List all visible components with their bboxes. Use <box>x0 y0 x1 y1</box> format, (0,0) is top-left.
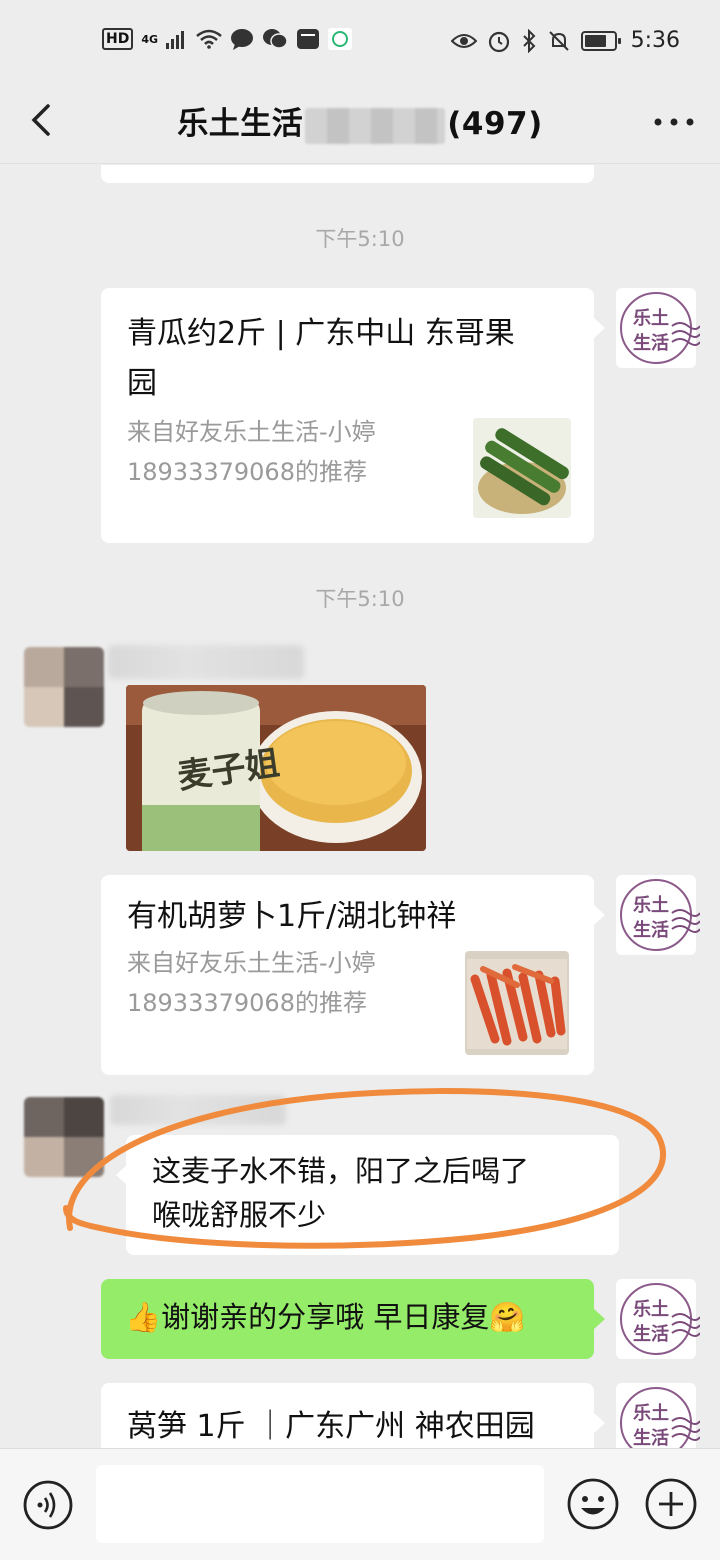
mute-bell-icon <box>548 30 569 51</box>
avatar-text: 生活 <box>633 920 669 941</box>
avatar-text: 乐土 <box>633 895 669 916</box>
card-subtitle-line: 18933379068的推荐 <box>127 458 367 486</box>
card-subtitle-line: 18933379068的推荐 <box>127 989 367 1017</box>
avatar[interactable]: 乐土 生活 <box>616 288 700 368</box>
avatar[interactable]: 乐土 生活 <box>616 1279 700 1359</box>
timestamp: 下午5:10 <box>315 587 405 611</box>
outgoing-text-bubble[interactable]: 👍谢谢亲的分享哦 早日康复🤗 <box>101 1279 594 1359</box>
voice-icon[interactable] <box>22 1479 74 1531</box>
wechat-icon <box>263 29 288 49</box>
signal-icon <box>166 31 185 49</box>
chat-app-icon <box>328 28 353 50</box>
huawei-app-icon <box>297 29 320 49</box>
card-title-line: 青瓜约2斤 | 广东中山 东哥果 <box>127 316 515 351</box>
orange-annotation-circle <box>63 1088 666 1249</box>
card-subtitle-line: 来自好友乐土生活-小婷 <box>127 949 376 977</box>
card-title-line: 有机胡萝卜1斤/湖北钟祥 <box>127 899 457 934</box>
message-list[interactable]: 下午5:10 青瓜约2斤 | 广东中山 东哥果 园 来自好友乐土生活-小婷 18… <box>0 165 720 1448</box>
cucumber-thumbnail <box>473 418 571 518</box>
reply-text: 谢谢亲的分享哦 早日康复 <box>161 1300 490 1334</box>
chat-member-count: (497) <box>447 106 543 142</box>
more-dots-icon[interactable] <box>650 108 698 136</box>
network-label: 4G <box>141 32 159 46</box>
message-text-line: 👍谢谢亲的分享哦 早日康复🤗 <box>125 1295 525 1339</box>
avatar-wave-mark <box>671 1313 700 1337</box>
chat-header: 乐土生活 (497) <box>0 82 720 164</box>
bubble-tail <box>594 1413 605 1433</box>
status-bar: HD 4G 5:36 <box>0 0 720 82</box>
thumbs-up-emoji: 👍 <box>125 1300 162 1334</box>
message-bubble-icon <box>231 29 254 50</box>
battery-level <box>584 34 606 47</box>
carrot-thumbnail <box>465 951 569 1055</box>
bluetooth-icon <box>522 28 536 53</box>
bubble-tail <box>594 1309 605 1329</box>
hd-badge: HD <box>102 28 134 50</box>
timestamp: 下午5:10 <box>315 227 405 251</box>
message-input[interactable] <box>96 1465 544 1543</box>
card-title-line: 园 <box>127 366 157 401</box>
avatar-text: 生活 <box>633 1428 669 1448</box>
avatar-text: 乐土 <box>633 308 669 329</box>
avatar-wave-mark <box>671 1417 700 1441</box>
bubble-tail <box>594 318 605 338</box>
battery-icon <box>580 30 621 51</box>
avatar[interactable] <box>24 647 104 727</box>
product-card-carrot[interactable]: 有机胡萝卜1斤/湖北钟祥 来自好友乐土生活-小婷 18933379068的推荐 <box>101 875 594 1075</box>
chat-title-name: 乐土生活 <box>177 106 304 142</box>
card-title-line: 莴笋 1斤 ｜广东广州 神农田园 <box>127 1409 535 1444</box>
bubble-tail <box>594 905 605 925</box>
redacted-title-blur <box>305 107 446 144</box>
clock: 5:36 <box>630 28 680 53</box>
hug-emoji: 🤗 <box>489 1300 526 1334</box>
emoji-icon[interactable] <box>566 1477 620 1531</box>
wifi-icon <box>196 29 222 49</box>
product-card-cucumber[interactable]: 青瓜约2斤 | 广东中山 东哥果 园 来自好友乐土生活-小婷 189333790… <box>101 288 594 543</box>
eye-icon <box>450 33 477 48</box>
avatar-text: 乐土 <box>633 1403 669 1424</box>
shared-photo[interactable]: 麦子姐 <box>126 685 426 851</box>
avatar[interactable]: 乐土 生活 <box>616 875 700 955</box>
avatar[interactable]: 乐土 生活 <box>616 1383 700 1448</box>
avatar-wave-mark <box>671 322 700 346</box>
avatar-text: 生活 <box>633 333 669 354</box>
product-card-lettuce[interactable]: 莴笋 1斤 ｜广东广州 神农田园 <box>101 1383 594 1448</box>
previous-card-tail[interactable] <box>101 165 594 183</box>
chat-title: 乐土生活 (497) <box>0 98 720 144</box>
status-left-icons: HD 4G <box>102 28 353 50</box>
alarm-icon <box>488 31 509 52</box>
avatar-text: 乐土 <box>633 1299 669 1320</box>
input-bar <box>0 1448 720 1560</box>
redacted-sender-name <box>108 645 304 679</box>
avatar-text: 生活 <box>633 1324 669 1345</box>
avatar-wave-mark <box>671 909 700 933</box>
plus-icon[interactable] <box>644 1477 698 1531</box>
status-right-icons: 5:36 <box>450 28 680 53</box>
card-subtitle-line: 来自好友乐土生活-小婷 <box>127 418 376 446</box>
